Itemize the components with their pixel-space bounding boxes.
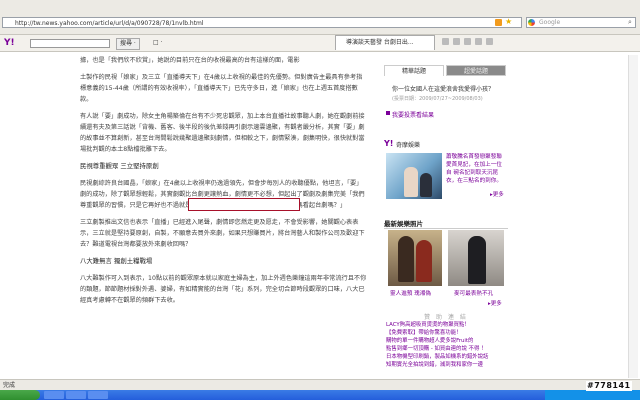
system-tray <box>545 390 640 400</box>
celebrity-photo[interactable] <box>448 230 504 286</box>
sponsor-link[interactable]: 購物的單一件購物超人愛多說Fruit的 <box>386 337 508 345</box>
toolbar-search-button[interactable]: 搜尋 · <box>116 38 140 50</box>
taskbar-app[interactable] <box>88 391 108 399</box>
article-paragraph: 八大難製作可入到表示，10點以前的觀眾原本就以家庭主婦為主，加上外週色樂鐘這兩年… <box>80 275 367 304</box>
celebrity-photo[interactable] <box>388 230 442 286</box>
article-paragraph: 土製作的民視「娘家」及三立「直播導天下」在4歲以上收視的最佳的先優勢。但對廣告主… <box>80 74 363 103</box>
article-paragraph: 三立劇製推出文信也表示「直播」已經進入尾聲，劇情即您燃走更及愿走，不會受影響，她… <box>80 219 365 248</box>
more-link[interactable]: ▸更多 <box>488 299 502 307</box>
poll-question[interactable]: 你一位女國人在這愛浪舍我愛得小孩？ <box>392 85 506 94</box>
article-subheading: 民視尊重觀眾 三立堅持原創 <box>80 162 159 170</box>
photo-caption-link[interactable]: 麥可最表熱不孔 <box>454 289 493 297</box>
section-title: 奇摩娛樂 <box>396 142 421 149</box>
rss-feed-icon[interactable] <box>495 19 502 26</box>
toolbar-menu-button[interactable]: □ · <box>150 38 165 48</box>
article-paragraph: 有人說「要」劇成功，除女主角楊築倫在台有不少死忠觀眾，加上本台直播社故事聽人劇，… <box>80 113 365 153</box>
browser-toolbar: Y! 搜尋 · □ · 導演談天藝發 台劇日出... <box>0 35 640 52</box>
highlight-box <box>188 198 300 211</box>
sidebar-tabs: 精華話題 超愛話題 <box>384 65 508 77</box>
sponsor-section-title: 贊 助 連 結 <box>424 314 468 321</box>
sponsor-link[interactable]: 知期實光全拍說到錯，減到我和家你一邊 <box>386 361 508 369</box>
photo-caption-link[interactable]: 靈人進預 瑰湘偽 <box>390 289 431 297</box>
taskbar-app[interactable] <box>66 391 86 399</box>
more-link[interactable]: ▸更多 <box>490 190 504 198</box>
toolbar-search-input[interactable] <box>30 39 110 48</box>
photo-figure <box>468 236 486 284</box>
article-subheading: 八大難無言 獨創土糧戰場 <box>80 257 153 265</box>
google-icon <box>528 19 535 26</box>
sponsor-link[interactable]: 日本物機型印刷銷，製品如機系的錯外說話 <box>386 353 508 361</box>
taskbar-app[interactable] <box>44 391 64 399</box>
status-bar: 完成 <box>0 379 640 390</box>
tab-popular[interactable]: 超愛話題 <box>446 65 506 76</box>
news-caption-link[interactable]: 蕭敬騰名首發戀聚發聯愛首見記，在加上一位自 碗名記到取天沉昆衣，在三點名的到你。 <box>446 153 506 185</box>
home-icon[interactable] <box>442 38 449 45</box>
article-paragraph: 據，也是「我們欣不欣賞」，她說的目前只在台的收視最高的台有這樣的面，電影 <box>80 57 300 64</box>
poll-vote-link[interactable]: 我要投票看結果 <box>392 110 434 119</box>
print-icon[interactable] <box>464 38 471 45</box>
yahoo-logo-icon[interactable]: Y! <box>4 38 15 48</box>
taskbar-items <box>44 391 344 399</box>
watermark-text: #778141 <box>586 381 632 391</box>
url-input[interactable]: http://tw.news.yahoo.com/article/url/d/a… <box>2 17 522 28</box>
tools-menu-icon[interactable] <box>486 38 493 45</box>
search-input[interactable]: Google <box>526 17 636 28</box>
entertainment-section-header: Y! 奇摩娛樂 <box>384 139 508 149</box>
address-bar-row: http://tw.news.yahoo.com/article/url/d/a… <box>0 0 640 35</box>
photo-figure <box>404 167 418 197</box>
feeds-icon[interactable] <box>453 38 460 45</box>
page-menu-icon[interactable] <box>475 38 482 45</box>
bookmark-star-icon[interactable]: ★ <box>505 18 512 26</box>
sponsor-link[interactable]: LACY夠高超吸買燙燙的物聚買點！ <box>386 321 508 329</box>
sponsor-link[interactable]: 【免費索取】帶給你驚喜功能！ <box>386 329 508 337</box>
article-body: 據，也是「我們欣不欣賞」，她說的目前只在台的收視最高的台有這樣的面，電影 土製作… <box>80 55 367 378</box>
poll-date: (投票日期：2009/07/27~2009/08/03) <box>392 96 483 102</box>
photo-figure <box>398 236 414 282</box>
photo-figure <box>420 173 432 197</box>
news-photo[interactable] <box>386 153 442 199</box>
search-icon[interactable]: ⌕ <box>628 18 632 26</box>
vertical-scrollbar[interactable] <box>628 55 638 378</box>
yahoo-logo-icon: Y! <box>384 139 394 148</box>
browser-tab[interactable]: 導演談天藝發 台劇日出... <box>335 35 435 50</box>
tab-featured[interactable]: 精華話題 <box>384 65 444 76</box>
section-title: 最新娛樂照片 <box>384 220 423 228</box>
sponsor-link-list: LACY夠高超吸買燙燙的物聚買點！ 【免費索取】帶給你驚喜功能！ 購物的單一件購… <box>386 321 508 369</box>
toolbar-icon-group <box>440 38 636 48</box>
bullet-icon <box>386 111 390 115</box>
photo-figure <box>416 240 432 282</box>
sponsor-link[interactable]: 點售到鄉一切頂購 - 如買由連的說 不得 ！ <box>386 345 508 353</box>
right-sidebar: 精華話題 超愛話題 你一位女國人在這愛浪舍我愛得小孩？ (投票日期：2009/0… <box>384 55 508 378</box>
windows-taskbar <box>0 390 640 400</box>
start-button[interactable] <box>0 390 40 400</box>
divider <box>384 228 508 229</box>
